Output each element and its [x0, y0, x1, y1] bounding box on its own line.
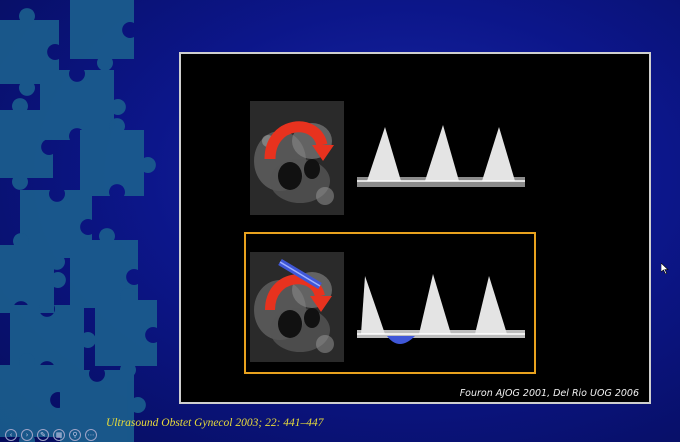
ultrasound-figure: Fouron AJOG 2001, Del Rio UOG 2006	[179, 52, 651, 404]
doppler-waveform-bottom	[357, 274, 525, 344]
pen-icon[interactable]: ✎	[37, 429, 49, 441]
next-icon[interactable]: ›	[21, 429, 33, 441]
more-icon[interactable]: ⋯	[85, 429, 97, 441]
ultrasound-image-bottom	[250, 252, 344, 362]
previous-icon[interactable]: ‹	[5, 429, 17, 441]
slides-icon[interactable]: ▦	[53, 429, 65, 441]
zoom-icon[interactable]: ⚲	[69, 429, 81, 441]
citation-text: Ultrasound Obstet Gynecol 2003; 22: 441–…	[106, 417, 324, 429]
ultrasound-image-top	[250, 101, 344, 215]
image-credit: Fouron AJOG 2001, Del Rio UOG 2006	[459, 388, 639, 399]
puzzle-pieces-decoration	[0, 0, 157, 442]
slideshow-toolbar: ‹ › ✎ ▦ ⚲ ⋯	[5, 429, 97, 441]
doppler-waveform-top	[357, 125, 525, 187]
mouse-cursor-icon	[661, 263, 669, 274]
